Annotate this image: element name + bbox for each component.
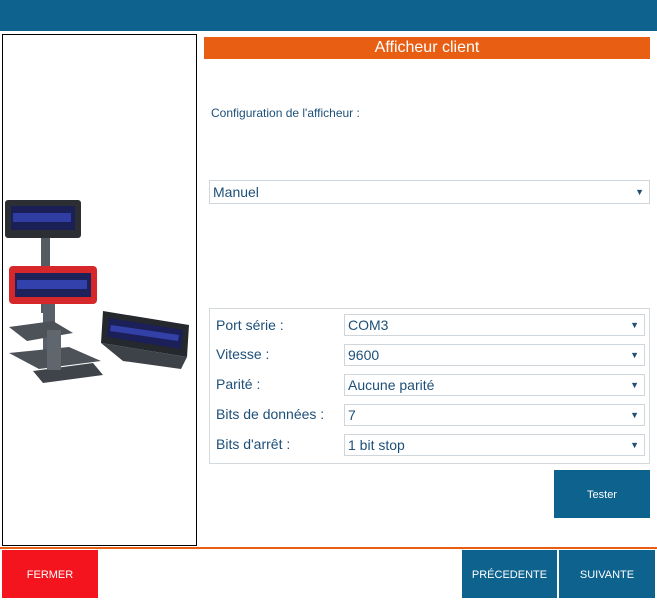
stop-bits-value: 1 bit stop <box>348 437 405 453</box>
data-bits-value: 7 <box>348 407 356 423</box>
side-image-panel <box>2 34 197 546</box>
port-label: Port série : <box>216 317 284 333</box>
stop-bits-select[interactable]: 1 bit stop ▼ <box>344 434 645 456</box>
speed-label: Vitesse : <box>216 346 270 362</box>
chevron-down-icon: ▼ <box>635 187 644 197</box>
test-button[interactable]: Tester <box>554 470 650 518</box>
port-select[interactable]: COM3 ▼ <box>344 314 645 336</box>
mode-select[interactable]: Manuel ▼ <box>209 180 650 204</box>
port-value: COM3 <box>348 317 389 333</box>
close-button[interactable]: FERMER <box>2 550 98 598</box>
previous-button[interactable]: PRÉCEDENTE <box>462 550 557 598</box>
chevron-down-icon: ▼ <box>630 320 639 330</box>
config-label: Configuration de l'afficheur : <box>211 106 360 120</box>
parity-label: Parité : <box>216 376 261 392</box>
parity-value: Aucune parité <box>348 377 435 393</box>
top-bar <box>0 0 657 31</box>
parity-select[interactable]: Aucune parité ▼ <box>344 374 645 396</box>
chevron-down-icon: ▼ <box>630 440 639 450</box>
data-bits-label: Bits de données : <box>216 406 325 422</box>
customer-display-devices-image <box>5 200 189 383</box>
chevron-down-icon: ▼ <box>630 410 639 420</box>
speed-select[interactable]: 9600 ▼ <box>344 344 645 366</box>
page-title: Afficheur client <box>204 37 650 59</box>
stop-bits-label: Bits d'arrêt : <box>216 436 291 452</box>
chevron-down-icon: ▼ <box>630 380 639 390</box>
next-button[interactable]: SUIVANTE <box>559 550 655 598</box>
mode-select-value: Manuel <box>213 184 259 200</box>
speed-value: 9600 <box>348 347 380 363</box>
data-bits-select[interactable]: 7 ▼ <box>344 404 645 426</box>
chevron-down-icon: ▼ <box>630 350 639 360</box>
